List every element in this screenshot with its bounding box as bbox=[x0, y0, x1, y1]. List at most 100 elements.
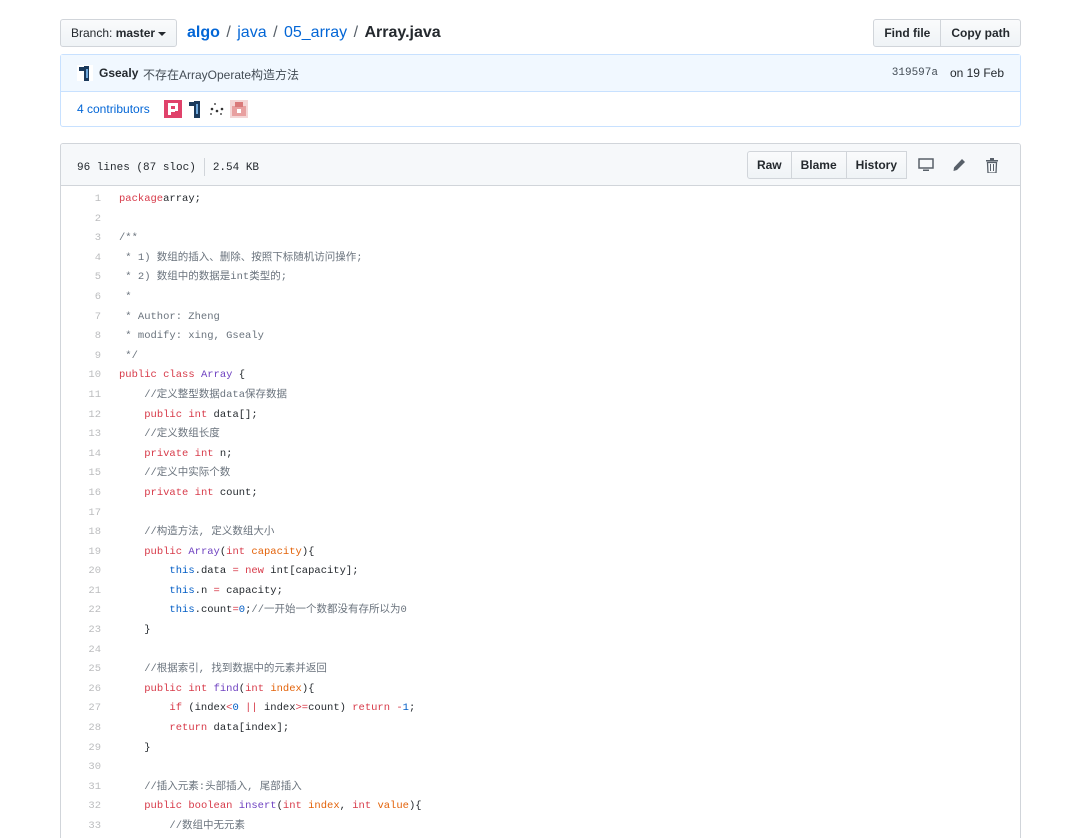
line-number[interactable]: 26 bbox=[61, 680, 101, 700]
code-line: 7 * Author: Zheng bbox=[61, 308, 1020, 328]
branch-label: Branch: bbox=[71, 26, 113, 40]
line-content: public int find(int index){ bbox=[144, 682, 315, 695]
desktop-icon[interactable] bbox=[912, 151, 940, 179]
line-number[interactable]: 4 bbox=[61, 249, 101, 269]
line-number[interactable]: 20 bbox=[61, 562, 101, 582]
contributor-avatar-icon[interactable] bbox=[208, 100, 226, 118]
contributor-avatar-icon[interactable] bbox=[230, 100, 248, 118]
file-viewer: 96 lines (87 sloc) 2.54 KB Raw Blame Hist… bbox=[60, 143, 1021, 838]
trashcan-icon[interactable] bbox=[978, 151, 1006, 179]
line-number[interactable]: 6 bbox=[61, 288, 101, 308]
contributor-avatar-icon[interactable] bbox=[164, 100, 182, 118]
line-number[interactable]: 9 bbox=[61, 347, 101, 367]
raw-button[interactable]: Raw bbox=[746, 151, 792, 179]
line-content: //构造方法, 定义数组大小 bbox=[119, 526, 275, 539]
code-line: 29 } bbox=[61, 739, 1020, 759]
line-number[interactable]: 28 bbox=[61, 719, 101, 739]
author-avatar-icon[interactable] bbox=[77, 65, 93, 81]
line-number[interactable]: 30 bbox=[61, 758, 101, 778]
line-number[interactable]: 27 bbox=[61, 699, 101, 719]
line-content: public boolean insert(int index, int val… bbox=[144, 800, 422, 813]
line-number[interactable]: 15 bbox=[61, 464, 101, 484]
code-line: 14 private int n; bbox=[61, 445, 1020, 465]
line-content: private int count; bbox=[144, 486, 258, 499]
branch-select-button[interactable]: Branch: master bbox=[60, 19, 178, 47]
commit-date: on 19 Feb bbox=[949, 66, 1004, 80]
line-content: this.data = new int[capacity]; bbox=[169, 565, 359, 578]
line-number[interactable]: 24 bbox=[61, 641, 101, 661]
line-content bbox=[101, 210, 119, 230]
line-number[interactable]: 17 bbox=[61, 504, 101, 524]
line-number[interactable]: 31 bbox=[61, 778, 101, 798]
blame-button[interactable]: Blame bbox=[790, 151, 847, 179]
file-header: 96 lines (87 sloc) 2.54 KB Raw Blame Hist… bbox=[61, 144, 1020, 186]
line-number[interactable]: 16 bbox=[61, 484, 101, 504]
code-line: 26 public int find(int index){ bbox=[61, 680, 1020, 700]
line-content: */ bbox=[119, 349, 138, 362]
code-line: 19 public Array(int capacity){ bbox=[61, 543, 1020, 563]
line-number[interactable]: 2 bbox=[61, 210, 101, 230]
breadcrumb-file: Array.java bbox=[364, 24, 441, 41]
line-content bbox=[101, 641, 119, 661]
code-line: 6 * bbox=[61, 288, 1020, 308]
caret-down-icon bbox=[158, 31, 167, 36]
contributor-avatar-icon[interactable] bbox=[186, 100, 204, 118]
line-number[interactable]: 33 bbox=[61, 817, 101, 837]
breadcrumb-dir-java[interactable]: java bbox=[237, 24, 266, 41]
line-content: * bbox=[119, 290, 132, 303]
line-number[interactable]: 22 bbox=[61, 601, 101, 621]
copy-path-button[interactable]: Copy path bbox=[940, 19, 1021, 47]
commit-author-link[interactable]: Gsealy bbox=[99, 66, 138, 80]
code-line: 3 /** bbox=[61, 229, 1020, 249]
line-content: public class Array { bbox=[119, 369, 246, 382]
line-content: * 1) 数组的插入、删除、按照下标随机访问操作; bbox=[119, 251, 363, 264]
code-line: 31 //插入元素:头部插入, 尾部插入 bbox=[61, 778, 1020, 798]
file-actions: Raw Blame History bbox=[746, 151, 1006, 179]
contributors-count-link[interactable]: 4 contributors bbox=[77, 102, 150, 116]
contributor-avatars bbox=[164, 100, 248, 118]
code-line: 15 //定义中实际个数 bbox=[61, 464, 1020, 484]
code-line: 30 bbox=[61, 758, 1020, 778]
code-line: 9 */ bbox=[61, 347, 1020, 367]
find-file-button[interactable]: Find file bbox=[873, 19, 942, 47]
line-content: private int n; bbox=[144, 447, 233, 460]
line-content: return data[index]; bbox=[169, 722, 290, 735]
line-number[interactable]: 21 bbox=[61, 582, 101, 602]
history-button[interactable]: History bbox=[845, 151, 907, 179]
line-number[interactable]: 5 bbox=[61, 268, 101, 288]
code-line: 2 bbox=[61, 210, 1020, 230]
pencil-icon[interactable] bbox=[945, 151, 973, 179]
code-line: 1 packagearray; bbox=[61, 190, 1020, 210]
breadcrumb-separator: / bbox=[353, 24, 359, 41]
latest-commit-box: Gsealy 不存在ArrayOperate构造方法 319597a on 19… bbox=[60, 54, 1021, 127]
line-number[interactable]: 11 bbox=[61, 386, 101, 406]
commit-message-link[interactable]: 不存在ArrayOperate构造方法 bbox=[143, 66, 299, 83]
line-number[interactable]: 12 bbox=[61, 406, 101, 426]
line-number[interactable]: 25 bbox=[61, 660, 101, 680]
line-number[interactable]: 19 bbox=[61, 543, 101, 563]
code-line: 24 bbox=[61, 641, 1020, 661]
code-line: 22 this.count=0;//一开始一个数都没有存所以为0 bbox=[61, 601, 1020, 621]
file-nav-buttons: Find file Copy path bbox=[873, 19, 1021, 47]
breadcrumb-repo-link[interactable]: algo bbox=[187, 24, 220, 41]
line-number[interactable]: 8 bbox=[61, 327, 101, 347]
line-number[interactable]: 10 bbox=[61, 366, 101, 386]
line-number[interactable]: 3 bbox=[61, 229, 101, 249]
line-number[interactable]: 14 bbox=[61, 445, 101, 465]
line-number[interactable]: 23 bbox=[61, 621, 101, 641]
line-number[interactable]: 18 bbox=[61, 523, 101, 543]
code-line: 18 //构造方法, 定义数组大小 bbox=[61, 523, 1020, 543]
line-number[interactable]: 7 bbox=[61, 308, 101, 328]
line-number[interactable]: 13 bbox=[61, 425, 101, 445]
breadcrumb-dir-05-array[interactable]: 05_array bbox=[284, 24, 347, 41]
line-number[interactable]: 29 bbox=[61, 739, 101, 759]
line-content: this.count=0;//一开始一个数都没有存所以为0 bbox=[169, 604, 407, 617]
line-number[interactable]: 32 bbox=[61, 797, 101, 817]
contributors-row: 4 contributors bbox=[61, 92, 1020, 126]
line-number[interactable]: 1 bbox=[61, 190, 101, 210]
code-line: 23 } bbox=[61, 621, 1020, 641]
code-line: 16 private int count; bbox=[61, 484, 1020, 504]
line-content bbox=[101, 504, 119, 524]
line-content: //插入元素:头部插入, 尾部插入 bbox=[119, 780, 302, 793]
commit-sha-link[interactable]: 319597a bbox=[892, 67, 938, 79]
